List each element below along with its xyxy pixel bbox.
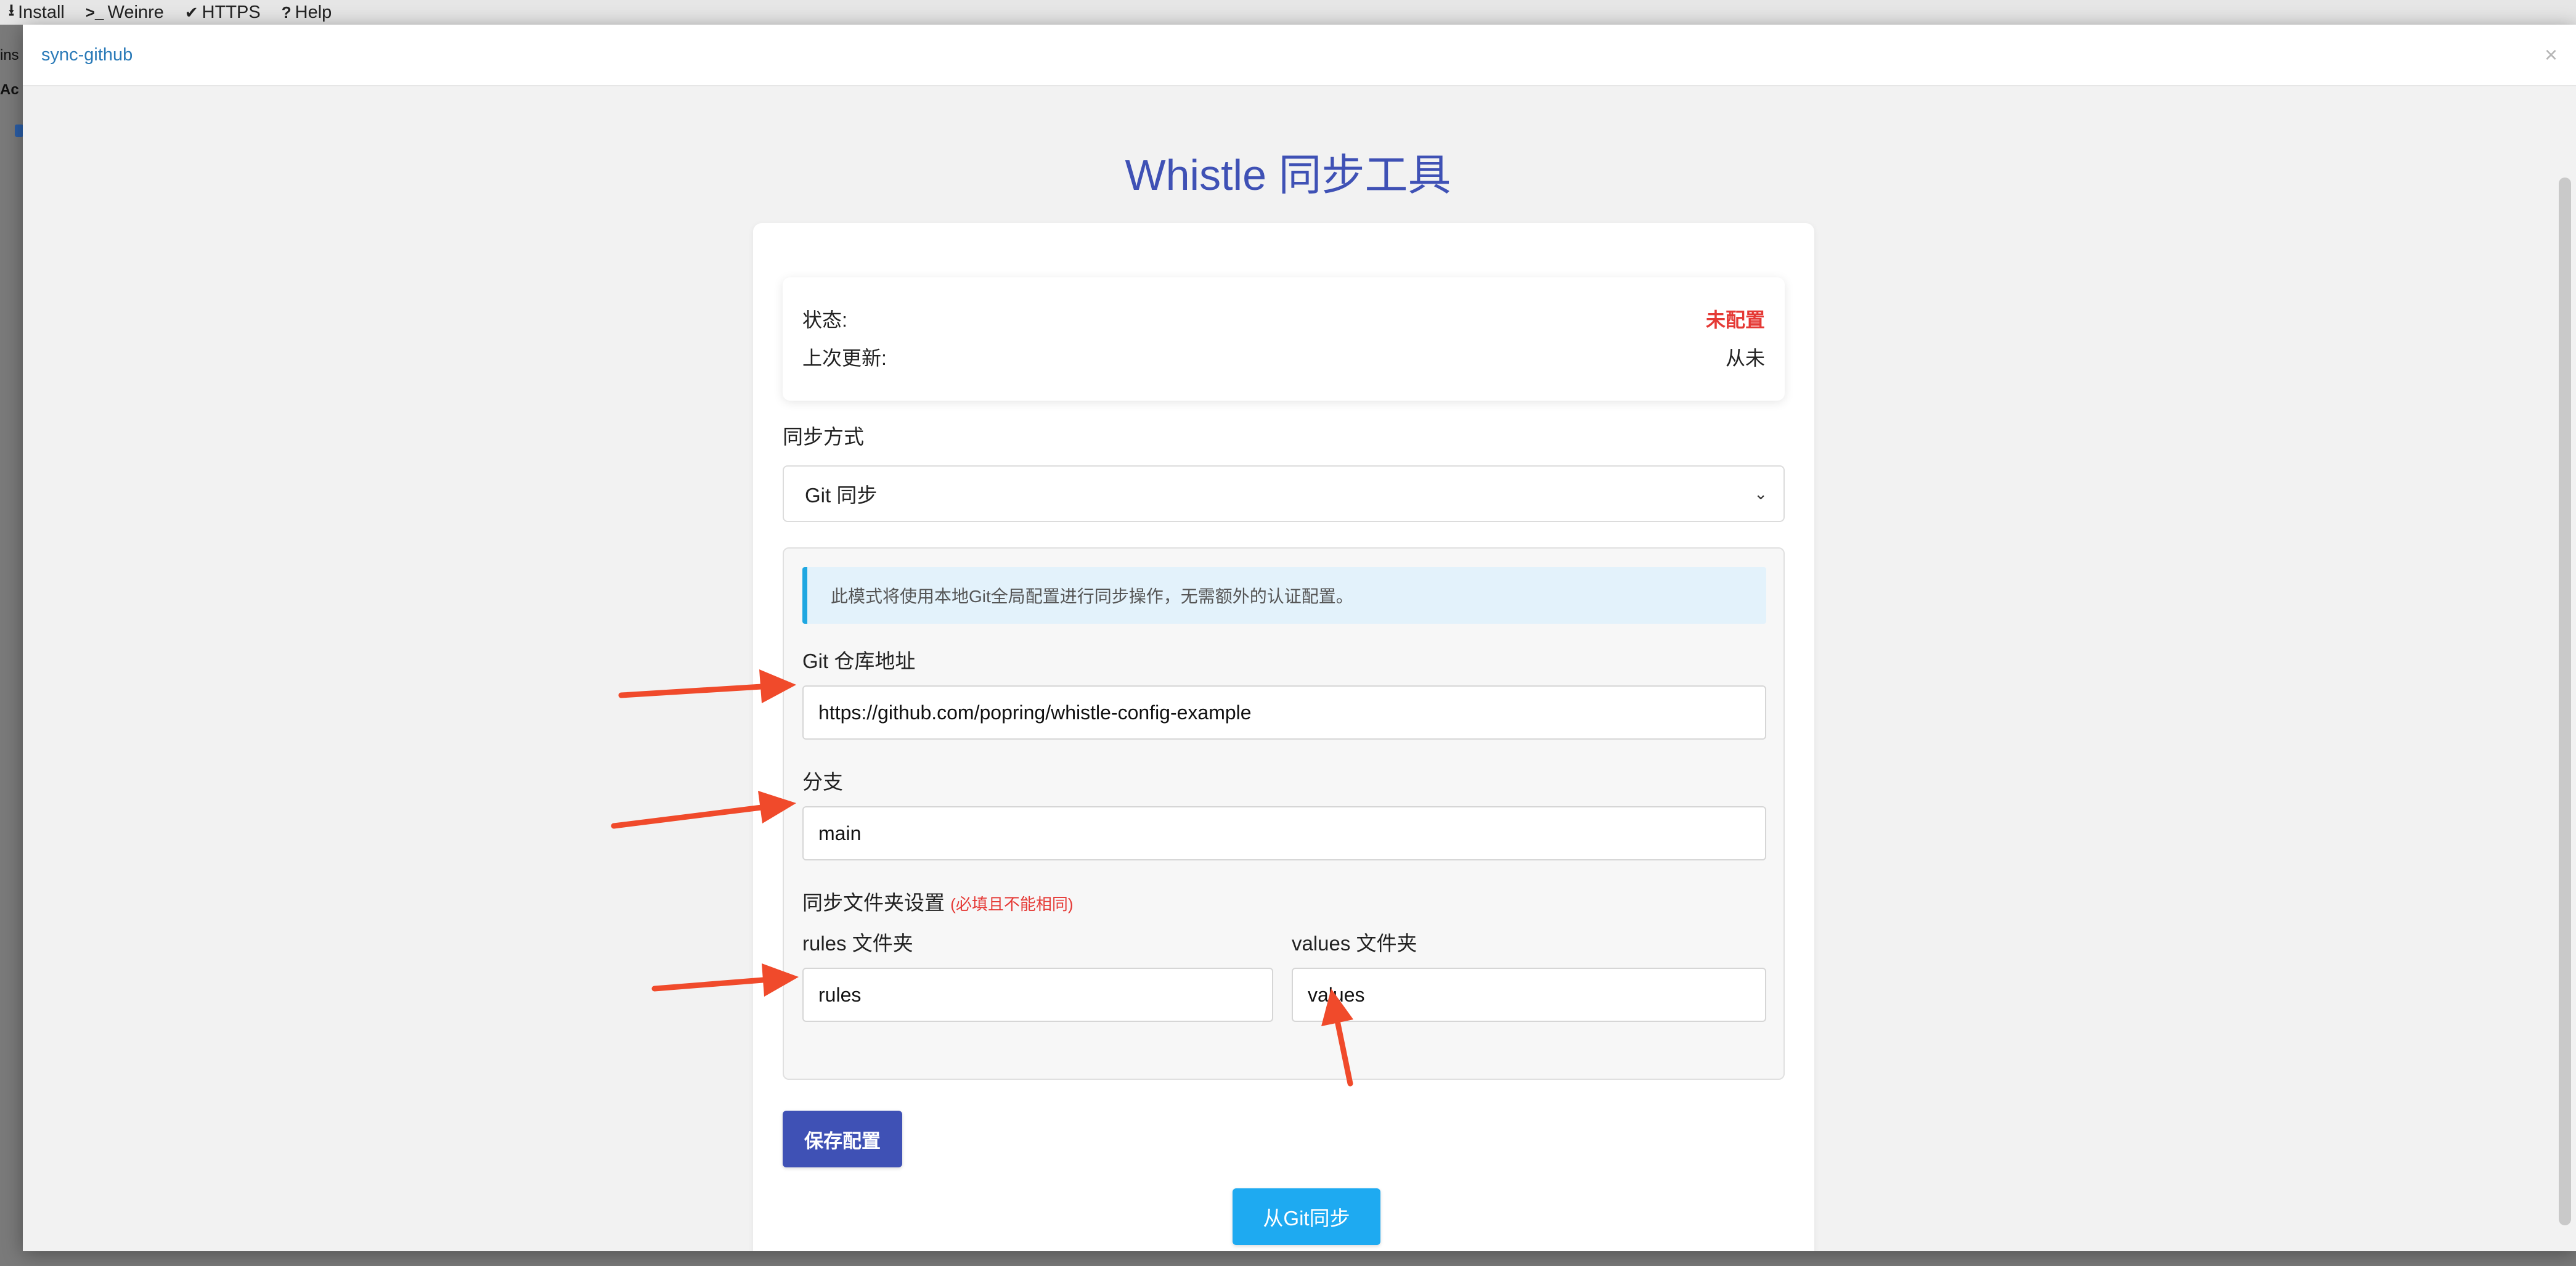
rules-folder-label: rules 文件夹 xyxy=(802,932,913,955)
toolbar-help-label: Help xyxy=(295,2,332,22)
status-label: 状态: xyxy=(802,309,847,331)
toolbar-install-label: Install xyxy=(18,2,65,22)
help-circle-icon: ? xyxy=(281,2,291,22)
chevron-down-icon: ⌄ xyxy=(1754,484,1767,503)
status-panel: 状态: 未配置 上次更新: 从未 xyxy=(783,277,1785,401)
background-sidebar-heading: Ac xyxy=(0,81,19,98)
info-notice-text: 此模式将使用本地Git全局配置进行同步操作，无需额外的认证配置。 xyxy=(831,587,1353,606)
rules-folder-value: rules xyxy=(818,983,862,1006)
sync-method-select[interactable]: Git 同步 ⌄ xyxy=(783,465,1785,522)
terminal-icon: >_ xyxy=(85,2,104,22)
rules-folder-input[interactable]: rules xyxy=(802,968,1273,1022)
repo-url-value: https://github.com/popring/whistle-confi… xyxy=(818,701,1252,724)
branch-input[interactable]: main xyxy=(802,806,1766,860)
folder-settings-hint: (必填且不能相同) xyxy=(950,895,1074,913)
background-toolbar: ⭳ Install >_ Weinre ✔ HTTPS ? Help xyxy=(0,0,2576,25)
sync-method-label: 同步方式 xyxy=(783,425,864,448)
toolbar-weinre[interactable]: >_ Weinre xyxy=(86,2,164,23)
info-notice: 此模式将使用本地Git全局配置进行同步操作，无需额外的认证配置。 xyxy=(802,567,1766,624)
sync-from-git-button[interactable]: 从Git同步 xyxy=(1233,1188,1380,1245)
folder-settings-label: 同步文件夹设置 xyxy=(802,891,945,914)
toolbar-https-label: HTTPS xyxy=(202,2,261,22)
toolbar-install[interactable]: ⭳ Install xyxy=(9,0,65,26)
branch-label: 分支 xyxy=(802,770,843,793)
sync-method-value: Git 同步 xyxy=(805,484,878,507)
status-value: 未配置 xyxy=(1705,309,1765,331)
toolbar-help[interactable]: ? Help xyxy=(282,2,332,23)
toolbar-weinre-label: Weinre xyxy=(107,2,164,22)
sync-card: 状态: 未配置 上次更新: 从未 同步方式 Git 同步 ⌄ 此模式将使用本地G… xyxy=(753,223,1814,1251)
repo-url-input[interactable]: https://github.com/popring/whistle-confi… xyxy=(802,685,1766,740)
last-updated-row: 上次更新: 从未 xyxy=(802,343,1765,371)
page-title: Whistle 同步工具 xyxy=(1125,151,1451,199)
values-folder-value: values xyxy=(1308,983,1365,1006)
checkbox-icon xyxy=(15,125,23,137)
background-sidebar-text: ins xyxy=(0,47,19,63)
values-folder-label: values 文件夹 xyxy=(1292,932,1417,955)
values-folder-input[interactable]: values xyxy=(1292,968,1766,1022)
background-sidebar: ins Ac xyxy=(0,25,25,1266)
modal-title: sync-github xyxy=(41,44,133,65)
status-row: 状态: 未配置 xyxy=(802,304,1765,333)
last-updated-label: 上次更新: xyxy=(802,347,887,369)
save-config-button[interactable]: 保存配置 xyxy=(783,1111,902,1167)
last-updated-value: 从未 xyxy=(1725,347,1765,369)
modal-header: sync-github × xyxy=(23,25,2576,86)
check-icon: ✔ xyxy=(184,2,198,22)
download-icon: ⭳ xyxy=(9,1,15,19)
branch-value: main xyxy=(818,822,862,844)
toolbar-https[interactable]: ✔ HTTPS xyxy=(185,2,261,23)
git-settings-panel: 此模式将使用本地Git全局配置进行同步操作，无需额外的认证配置。 Git 仓库地… xyxy=(783,547,1785,1080)
modal-body: Whistle 同步工具 状态: 未配置 上次更新: 从未 同步方式 Git 同… xyxy=(23,86,2576,1251)
close-icon[interactable]: × xyxy=(2545,42,2558,68)
repo-url-label: Git 仓库地址 xyxy=(802,650,916,672)
folder-settings-heading: 同步文件夹设置 (必填且不能相同) xyxy=(802,886,1074,916)
plugin-modal: sync-github × Whistle 同步工具 状态: 未配置 上次更新:… xyxy=(23,25,2576,1251)
scrollbar[interactable] xyxy=(2559,178,2571,1225)
